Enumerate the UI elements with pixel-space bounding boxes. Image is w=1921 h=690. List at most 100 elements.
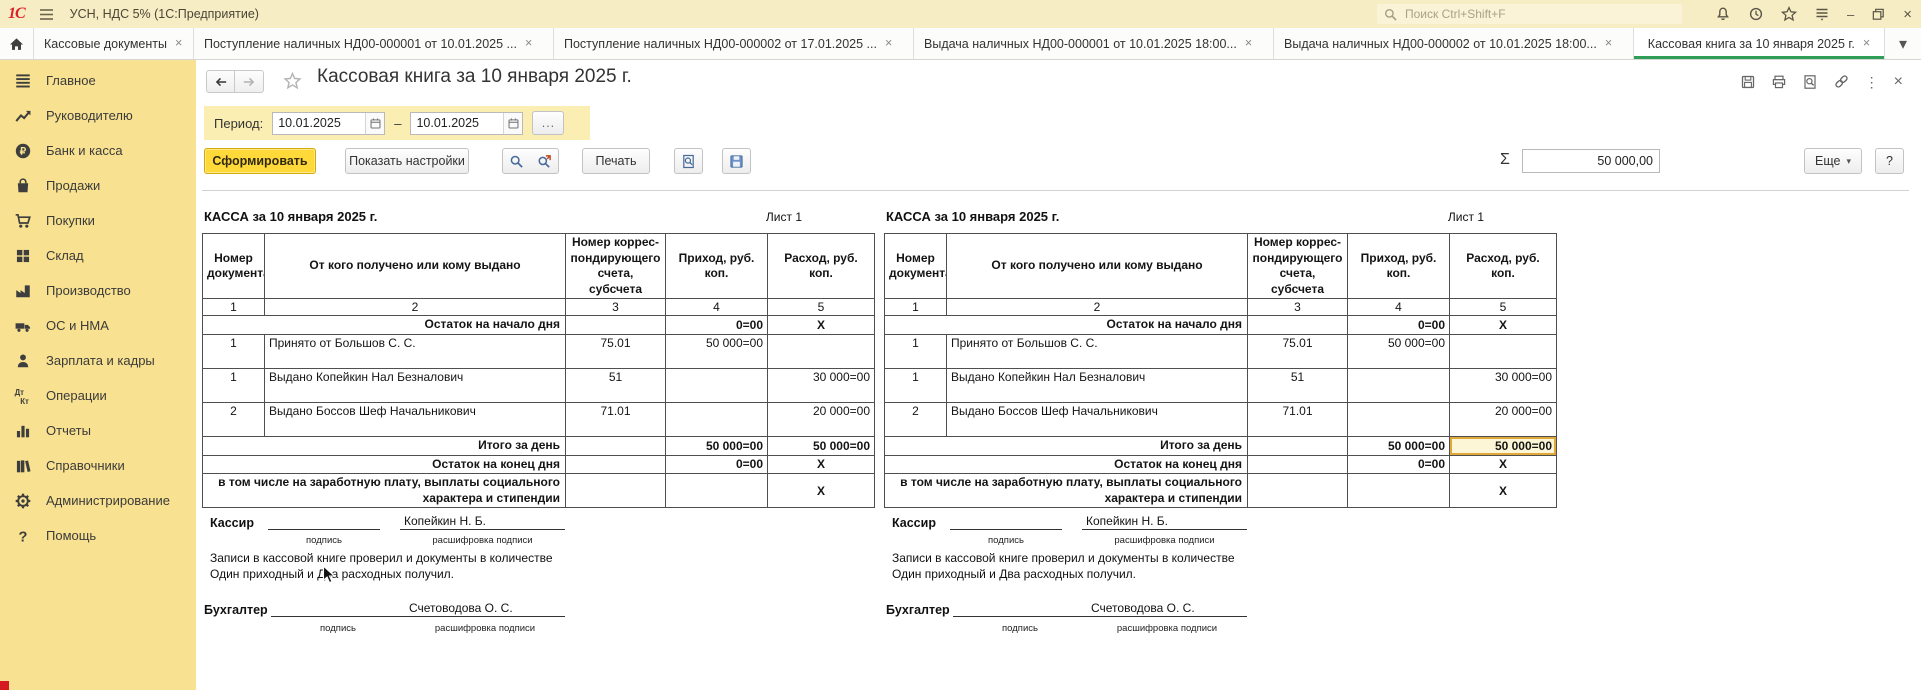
- sidebar-item-operations[interactable]: ДтКт Операции: [0, 378, 196, 413]
- more-button[interactable]: Еще▾: [1804, 148, 1862, 174]
- doc-number-cell[interactable]: 1: [885, 368, 947, 402]
- closing-prihod-cell[interactable]: 0=00: [666, 455, 768, 474]
- opening-account-cell[interactable]: [566, 316, 666, 335]
- col-num-1[interactable]: 1: [885, 299, 947, 316]
- sidebar-item-bank-cash[interactable]: ₽ Банк и касса: [0, 133, 196, 168]
- col-num-4[interactable]: 4: [666, 299, 768, 316]
- doc-desc-cell[interactable]: Принято от Большов С. С.: [265, 334, 566, 368]
- doc-number-cell[interactable]: 2: [203, 402, 265, 436]
- col-header-rashod[interactable]: Расход, руб. коп.: [1450, 234, 1557, 299]
- doc-desc-cell[interactable]: Выдано Копейкин Нал Безналович: [265, 368, 566, 402]
- total-account-cell[interactable]: [1248, 436, 1348, 455]
- closing-account-cell[interactable]: [1248, 455, 1348, 474]
- doc-number-cell[interactable]: 1: [885, 334, 947, 368]
- help-button[interactable]: ?: [1875, 148, 1904, 174]
- total-prihod-cell[interactable]: 50 000=00: [666, 436, 768, 455]
- back-button[interactable]: [206, 70, 235, 93]
- col-header-from-whom[interactable]: От кого получено или кому выдано: [947, 234, 1248, 299]
- close-form-icon[interactable]: ×: [1894, 74, 1903, 90]
- period-more-button[interactable]: ...: [532, 111, 564, 135]
- including-label[interactable]: в том числе на заработную плату, выплаты…: [203, 474, 566, 508]
- period-from-input[interactable]: [273, 116, 365, 130]
- search-input[interactable]: [1403, 6, 1675, 22]
- col-header-rashod[interactable]: Расход, руб. коп.: [768, 234, 875, 299]
- including-prihod-cell[interactable]: [666, 474, 768, 508]
- search-button[interactable]: [502, 148, 531, 174]
- close-icon[interactable]: ×: [1863, 37, 1870, 50]
- including-account-cell[interactable]: [566, 474, 666, 508]
- doc-prihod-cell[interactable]: 50 000=00: [1348, 334, 1450, 368]
- sidebar-item-fixed-assets[interactable]: ОС и НМА: [0, 308, 196, 343]
- doc-account-cell[interactable]: 71.01: [1248, 402, 1348, 436]
- col-header-from-whom[interactable]: От кого получено или кому выдано: [265, 234, 566, 299]
- closing-prihod-cell[interactable]: 0=00: [1348, 455, 1450, 474]
- sidebar-item-production[interactable]: Производство: [0, 273, 196, 308]
- doc-rashod-cell[interactable]: 20 000=00: [768, 402, 875, 436]
- print-icon[interactable]: [1771, 74, 1787, 90]
- print-preview-button[interactable]: [674, 148, 703, 174]
- calendar-icon[interactable]: [503, 113, 522, 134]
- col-num-4[interactable]: 4: [1348, 299, 1450, 316]
- close-icon[interactable]: ×: [175, 37, 182, 50]
- service-menu-icon[interactable]: [1814, 6, 1830, 22]
- sidebar-item-purchases[interactable]: Покупки: [0, 203, 196, 238]
- tabs-overflow-chevron-icon[interactable]: ▾: [1885, 28, 1921, 59]
- save-icon[interactable]: [1740, 74, 1756, 90]
- col-header-doc-number[interactable]: Номер документа: [203, 234, 265, 299]
- tab-cash-receipt-1[interactable]: Поступление наличных НД00-000001 от 10.0…: [194, 28, 554, 59]
- col-num-5[interactable]: 5: [1450, 299, 1557, 316]
- total-label[interactable]: Итого за день: [885, 436, 1248, 455]
- opening-balance-label[interactable]: Остаток на начало дня: [885, 316, 1248, 335]
- link-icon[interactable]: [1833, 73, 1850, 90]
- doc-account-cell[interactable]: 51: [1248, 368, 1348, 402]
- search-next-button[interactable]: [530, 148, 559, 174]
- tab-home[interactable]: [0, 28, 34, 59]
- col-header-account[interactable]: Номер коррес-пондирующего счета, субсчет…: [566, 234, 666, 299]
- sidebar-item-warehouse[interactable]: Склад: [0, 238, 196, 273]
- total-rashod-cell[interactable]: 50 000=00: [768, 436, 875, 455]
- opening-account-cell[interactable]: [1248, 316, 1348, 335]
- close-window-icon[interactable]: ×: [1903, 7, 1912, 22]
- sidebar-item-directories[interactable]: Справочники: [0, 448, 196, 483]
- show-settings-button[interactable]: Показать настройки: [345, 148, 469, 174]
- period-to-input[interactable]: [411, 116, 503, 130]
- opening-prihod-cell[interactable]: 0=00: [666, 316, 768, 335]
- forward-button[interactable]: [235, 70, 264, 93]
- doc-rashod-cell[interactable]: 30 000=00: [1450, 368, 1557, 402]
- total-label[interactable]: Итого за день: [203, 436, 566, 455]
- tab-cash-receipt-2[interactable]: Поступление наличных НД00-000002 от 17.0…: [554, 28, 914, 59]
- col-header-prihod[interactable]: Приход, руб. коп.: [666, 234, 768, 299]
- calendar-icon[interactable]: [365, 113, 384, 134]
- col-header-account[interactable]: Номер коррес-пондирующего счета, субсчет…: [1248, 234, 1348, 299]
- doc-number-cell[interactable]: 1: [203, 368, 265, 402]
- sidebar-item-sales[interactable]: Продажи: [0, 168, 196, 203]
- including-rashod-cell[interactable]: X: [768, 474, 875, 508]
- notifications-bell-icon[interactable]: [1715, 6, 1731, 22]
- col-num-2[interactable]: 2: [265, 299, 566, 316]
- sidebar-item-reports[interactable]: Отчеты: [0, 413, 196, 448]
- col-num-3[interactable]: 3: [1248, 299, 1348, 316]
- opening-balance-label[interactable]: Остаток на начало дня: [203, 316, 566, 335]
- close-icon[interactable]: ×: [1605, 37, 1612, 50]
- col-num-1[interactable]: 1: [203, 299, 265, 316]
- col-num-5[interactable]: 5: [768, 299, 875, 316]
- print-preview-icon[interactable]: [1802, 74, 1818, 90]
- cash-book-report[interactable]: КАССА за 10 января 2025 г. Лист 1 Номер …: [202, 190, 1909, 690]
- doc-prihod-cell[interactable]: [666, 402, 768, 436]
- doc-rashod-cell[interactable]: [1450, 334, 1557, 368]
- doc-account-cell[interactable]: 51: [566, 368, 666, 402]
- opening-prihod-cell[interactable]: 0=00: [1348, 316, 1450, 335]
- doc-account-cell[interactable]: 71.01: [566, 402, 666, 436]
- doc-prihod-cell[interactable]: [1348, 402, 1450, 436]
- closing-balance-label[interactable]: Остаток на конец дня: [885, 455, 1248, 474]
- close-icon[interactable]: ×: [525, 37, 532, 50]
- generate-button[interactable]: Сформировать: [204, 148, 316, 174]
- doc-desc-cell[interactable]: Выдано Боссов Шеф Начальникович: [265, 402, 566, 436]
- period-to-field[interactable]: [410, 112, 523, 135]
- restore-window-icon[interactable]: [1871, 7, 1886, 22]
- including-label[interactable]: в том числе на заработную плату, выплаты…: [885, 474, 1248, 508]
- period-from-field[interactable]: [272, 112, 385, 135]
- closing-account-cell[interactable]: [566, 455, 666, 474]
- doc-number-cell[interactable]: 2: [885, 402, 947, 436]
- col-num-2[interactable]: 2: [947, 299, 1248, 316]
